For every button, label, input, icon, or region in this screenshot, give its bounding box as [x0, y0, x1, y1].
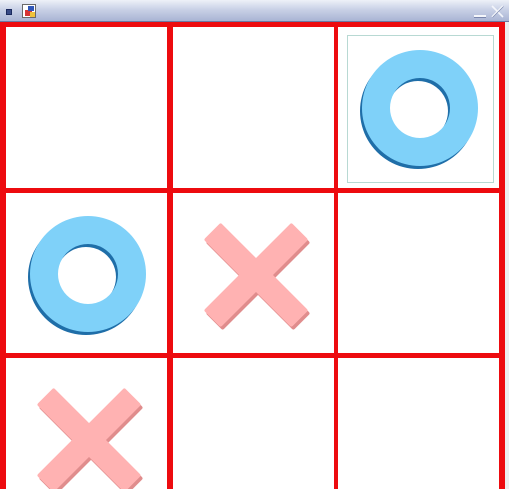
- board-cell-r3-c3[interactable]: [338, 358, 499, 489]
- system-menu-icon[interactable]: [6, 9, 12, 15]
- o-mark-icon: [360, 50, 479, 169]
- board-cell-r3-c1[interactable]: [6, 358, 167, 489]
- board-cell-r1-c2[interactable]: [173, 27, 334, 188]
- board-cell-r3-c2[interactable]: [173, 358, 334, 489]
- board-cell-r2-c2[interactable]: [173, 193, 334, 353]
- game-window: [0, 0, 509, 489]
- board-cell-r1-c1[interactable]: [6, 27, 167, 188]
- game-board: [0, 22, 505, 489]
- board-cell-r2-c3[interactable]: [338, 193, 499, 353]
- minimize-button[interactable]: [473, 3, 487, 19]
- title-bar[interactable]: [0, 0, 509, 22]
- x-mark-icon: [37, 388, 143, 489]
- o-mark-icon: [28, 216, 147, 335]
- board-cell-r1-c3[interactable]: [338, 27, 499, 188]
- x-mark-icon: [204, 223, 310, 330]
- board-cell-r2-c1[interactable]: [6, 193, 167, 353]
- close-button[interactable]: [489, 3, 505, 19]
- app-icon: [22, 4, 36, 18]
- close-icon: [491, 5, 504, 18]
